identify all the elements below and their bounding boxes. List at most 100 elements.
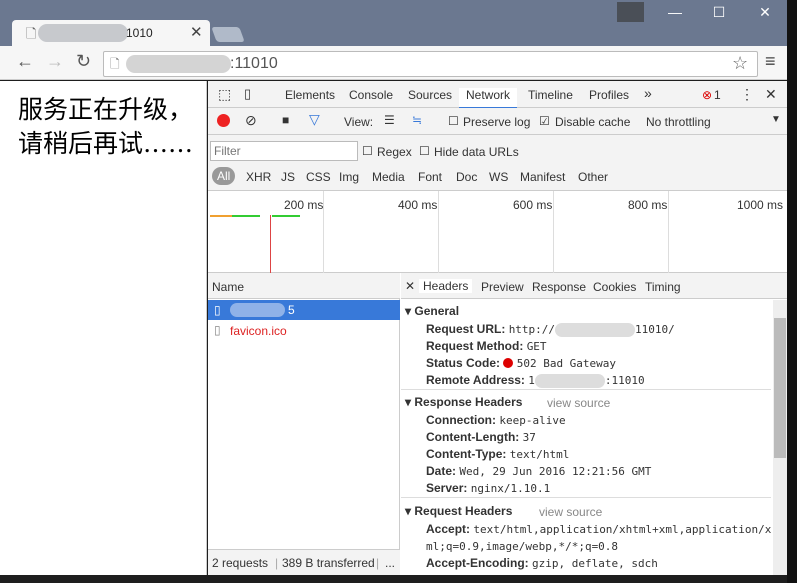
hide-data-urls-checkbox[interactable]: ☐ [419, 144, 430, 158]
reload-icon[interactable]: ↻ [76, 51, 91, 72]
minimize-icon[interactable]: — [660, 4, 690, 20]
maximize-icon[interactable]: ☐ [704, 4, 734, 21]
record-icon[interactable] [217, 114, 230, 127]
tick-label: 200 ms [284, 198, 324, 212]
new-tab-button[interactable] [211, 27, 245, 42]
tick-label: 400 ms [398, 198, 438, 212]
tab-response[interactable]: Response [532, 280, 586, 294]
devtools-panel: ⬚ ▯ Elements Console Sources Network Tim… [208, 81, 787, 575]
tab-sources[interactable]: Sources [408, 88, 452, 102]
view-source-link[interactable]: view source [539, 505, 602, 519]
error-count: 1 [714, 88, 721, 102]
general-section-toggle[interactable]: ▾ General [405, 304, 459, 318]
name-column-header[interactable]: Name [212, 280, 244, 294]
filter-input[interactable] [210, 141, 358, 161]
url-text: :11010 [230, 55, 278, 72]
back-icon[interactable]: ← [16, 51, 34, 72]
filter-icon[interactable]: ▽ [309, 111, 320, 128]
tick-label: 1000 ms [737, 198, 784, 212]
type-filter-manifest[interactable]: Manifest [520, 170, 565, 184]
tab-headers[interactable]: Headers [419, 279, 473, 293]
response-headers-toggle[interactable]: ▾ Response Headers [405, 395, 522, 409]
regex-checkbox[interactable]: ☐ [362, 144, 373, 158]
tab-preview[interactable]: Preview [481, 280, 524, 294]
regex-label: Regex [377, 145, 412, 159]
filter-bar: ☐ Regex ☐ Hide data URLs All XHR JS CSS … [208, 135, 787, 191]
type-filter-js[interactable]: JS [281, 170, 295, 184]
browser-tab[interactable]: 🗋 1010 ✕ [12, 20, 210, 47]
hide-data-urls-label: Hide data URLs [434, 145, 519, 159]
browser-toolbar: ← → ↻ 🗋 :11010 ☆ ≡ [0, 46, 787, 80]
capture-screenshots-icon[interactable]: ■ [282, 113, 289, 127]
type-filter-other[interactable]: Other [578, 170, 608, 184]
type-filter-media[interactable]: Media [372, 170, 405, 184]
file-icon: ▯ [214, 303, 221, 317]
view-source-link[interactable]: view source [547, 396, 610, 410]
tab-timeline[interactable]: Timeline [528, 88, 573, 102]
type-filter-font[interactable]: Font [418, 170, 442, 184]
request-headers-toggle[interactable]: ▾ Request Headers [405, 504, 512, 518]
large-rows-icon[interactable]: ☰ [384, 113, 395, 127]
maintenance-message: 服务正在升级，请稍后再试…… [18, 95, 194, 158]
tick-label: 800 ms [628, 198, 668, 212]
request-header-rows: Accept: text/html,application/xhtml+xml,… [426, 522, 772, 570]
tab-cookies[interactable]: Cookies [593, 280, 636, 294]
disable-cache-checkbox[interactable]: ☑ [539, 114, 550, 128]
request-row[interactable]: ▯ favicon.ico [208, 320, 400, 340]
type-filter-xhr[interactable]: XHR [246, 170, 271, 184]
preserve-log-label: Preserve log [463, 115, 531, 129]
status-bar: 2 requests | 389 B transferred | ... [208, 549, 400, 575]
address-bar[interactable]: 🗋 :11010 ☆ [103, 51, 758, 77]
tick-label: 600 ms [513, 198, 553, 212]
tab-title: 1010 [126, 26, 153, 40]
request-row-selected[interactable]: ▯ 5 [208, 300, 400, 320]
close-window-icon[interactable]: ✕ [750, 4, 780, 21]
network-toolbar: ⊘ ■ ▽ View: ☰ ≒ ☐ Preserve log ☑ Disable… [208, 108, 787, 135]
load-event-line [270, 215, 271, 273]
page-content: 服务正在升级，请稍后再试…… [0, 81, 207, 575]
tab-timing[interactable]: Timing [645, 280, 681, 294]
waiting-bar [210, 215, 232, 217]
scrollbar[interactable] [773, 300, 787, 575]
preserve-log-checkbox[interactable]: ☐ [448, 114, 459, 128]
forward-icon[interactable]: → [46, 51, 64, 72]
page-icon: 🗋 [110, 57, 120, 71]
page-icon: 🗋 [26, 26, 37, 41]
tab-console[interactable]: Console [349, 88, 393, 102]
more-tabs-icon[interactable]: » [644, 85, 652, 101]
profile-avatar[interactable] [617, 2, 644, 22]
type-filter-css[interactable]: CSS [306, 170, 331, 184]
type-filter-doc[interactable]: Doc [456, 170, 477, 184]
devtools-menu-icon[interactable]: ⋮ [740, 86, 754, 103]
menu-icon[interactable]: ≡ [765, 51, 776, 72]
background-terminal [787, 0, 797, 583]
response-header-rows: Connection: keep-alive Content-Length: 3… [426, 413, 652, 495]
tab-network[interactable]: Network [459, 88, 518, 109]
type-filter-ws[interactable]: WS [489, 170, 508, 184]
devtools-tabbar: ⬚ ▯ Elements Console Sources Network Tim… [208, 81, 787, 109]
type-filter-all[interactable]: All [212, 167, 236, 185]
title-bar: 🗋 1010 ✕ — ☐ ✕ [0, 0, 787, 47]
device-mode-icon[interactable]: ▯ [244, 86, 251, 102]
download-bar [232, 215, 260, 217]
timeline-overview[interactable]: 200 ms 400 ms 600 ms 800 ms 1000 ms [208, 191, 787, 273]
general-rows: Request URL: http://11010/ Request Metho… [426, 322, 675, 388]
overview-icon[interactable]: ≒ [412, 113, 422, 127]
type-filter-img[interactable]: Img [339, 170, 359, 184]
tab-elements[interactable]: Elements [285, 88, 335, 102]
error-icon[interactable]: ⊗ [702, 88, 712, 102]
throttling-select[interactable]: No throttling [646, 115, 711, 129]
download-bar [272, 215, 300, 217]
status-error-dot [503, 358, 514, 368]
inspect-icon[interactable]: ⬚ [218, 86, 231, 103]
close-details-icon[interactable]: ✕ [405, 279, 415, 293]
view-label: View: [344, 115, 374, 129]
tab-profiles[interactable]: Profiles [589, 88, 629, 102]
bookmark-star-icon[interactable]: ☆ [732, 53, 748, 74]
close-devtools-icon[interactable]: ✕ [765, 86, 777, 103]
chevron-down-icon[interactable]: ▼ [771, 114, 781, 125]
file-icon: ▯ [214, 323, 221, 337]
close-tab-icon[interactable]: ✕ [190, 23, 203, 41]
disable-cache-label: Disable cache [555, 115, 631, 129]
clear-icon[interactable]: ⊘ [245, 112, 257, 129]
